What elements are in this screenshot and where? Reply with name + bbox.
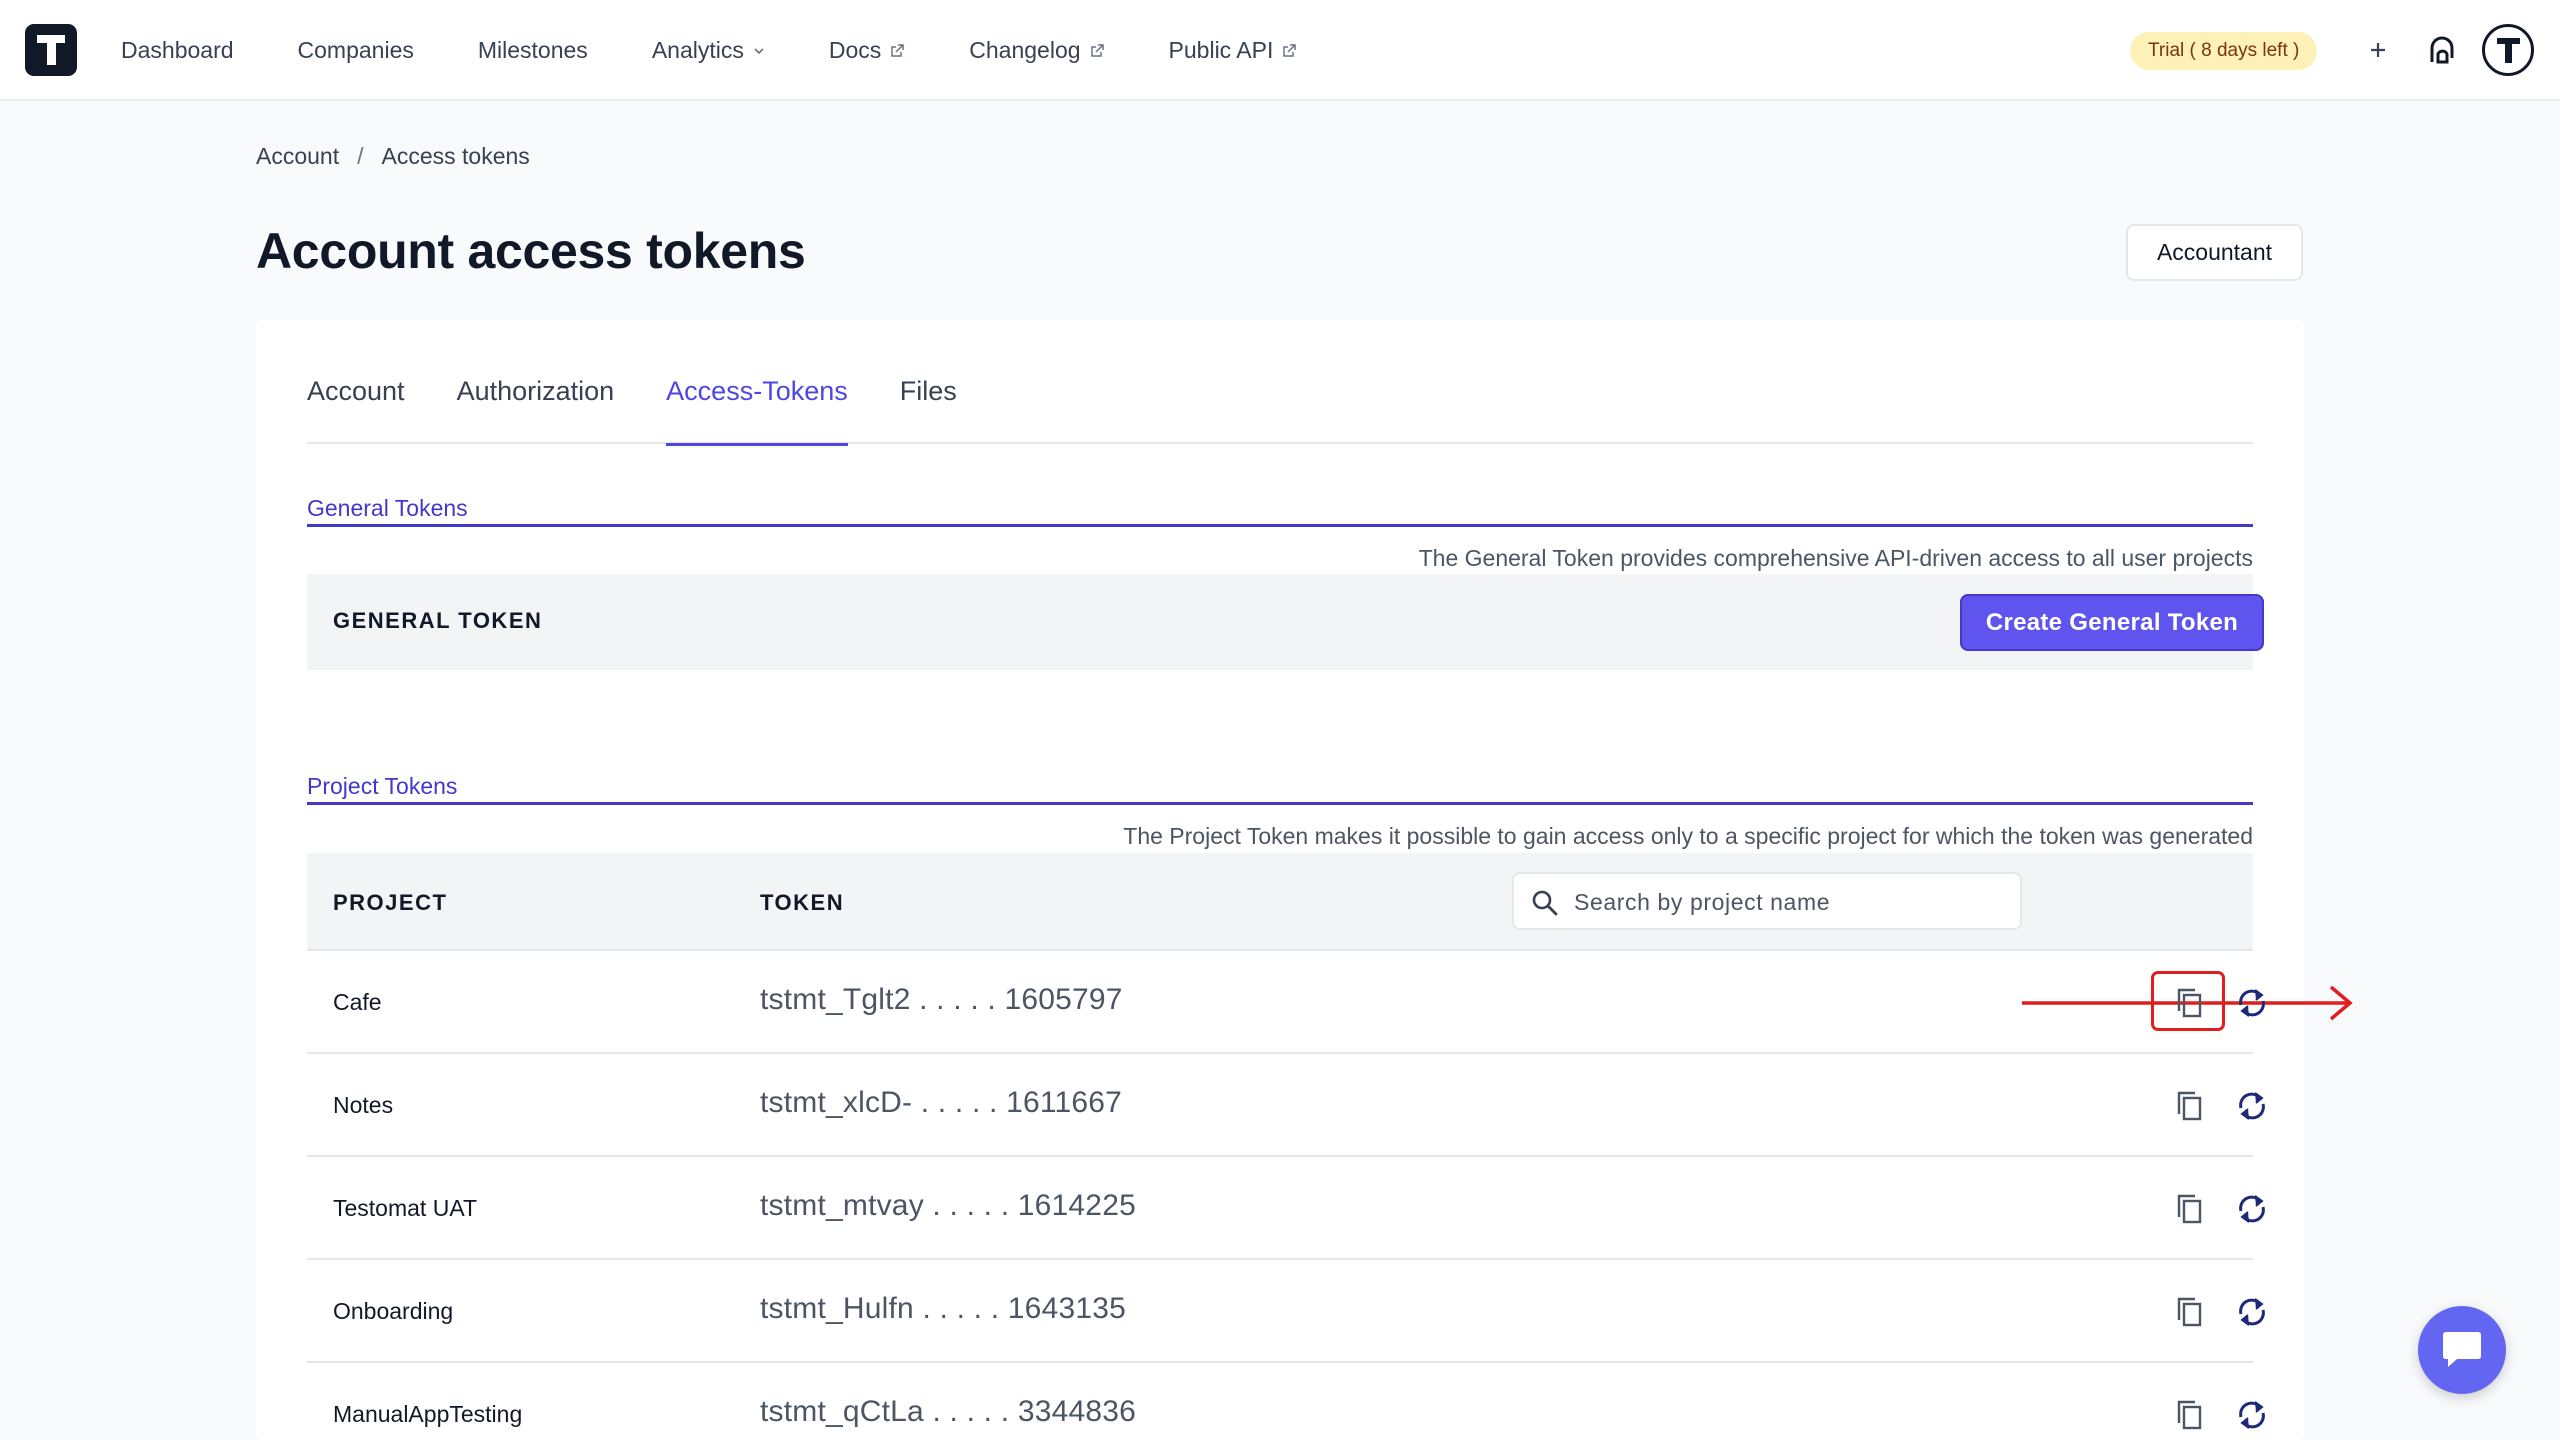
breadcrumb-separator: / (357, 143, 364, 169)
content-card: Account Authorization Access-Tokens File… (256, 320, 2353, 1440)
chat-button[interactable] (2418, 1306, 2506, 1394)
nav-links: Dashboard Companies Milestones Analytics… (121, 0, 1361, 101)
breadcrumb-current: Access tokens (381, 143, 530, 169)
plus-icon[interactable] (2362, 28, 2394, 72)
accountant-button[interactable]: Accountant (2126, 224, 2303, 281)
general-tokens-heading: General Tokens (307, 495, 2253, 527)
nav-docs[interactable]: Docs (829, 37, 905, 64)
tab-access-tokens[interactable]: Access-Tokens (666, 356, 848, 446)
project-tokens-heading: Project Tokens (307, 773, 2253, 805)
search-icon (1532, 890, 1558, 916)
column-header-token: TOKEN (760, 890, 845, 915)
search-input[interactable] (1574, 884, 2004, 920)
top-navbar: Dashboard Companies Milestones Analytics… (0, 0, 2560, 101)
refresh-icon[interactable] (2232, 1291, 2272, 1333)
token-value: tstmt_Hulfn . . . . . 1643135 (760, 1292, 1126, 1325)
nav-milestones[interactable]: Milestones (478, 37, 588, 64)
project-name: Notes (333, 1092, 394, 1118)
table-row: Onboarding tstmt_Hulfn . . . . . 1643135 (307, 1260, 2265, 1363)
external-link-icon (1090, 44, 1104, 57)
app-logo[interactable] (25, 24, 77, 76)
external-link-icon (891, 44, 905, 57)
project-name: Onboarding (333, 1298, 454, 1324)
breadcrumb: Account / Access tokens (256, 143, 530, 170)
refresh-icon[interactable] (2232, 982, 2272, 1024)
nav-companies[interactable]: Companies (298, 37, 414, 64)
table-header: PROJECT TOKEN (307, 853, 2253, 951)
general-token-label: GENERAL TOKEN (333, 608, 543, 633)
avatar[interactable] (2482, 24, 2534, 76)
project-name: Cafe (333, 989, 382, 1015)
token-value: tstmt_qCtLa . . . . . 3344836 (760, 1395, 1137, 1428)
project-tokens-description: The Project Token makes it possible to g… (1123, 823, 2253, 849)
project-name: Testomat UAT (333, 1195, 477, 1221)
nav-analytics[interactable]: Analytics (652, 37, 765, 64)
copy-icon[interactable] (2170, 1187, 2210, 1231)
chat-icon (2443, 1332, 2481, 1367)
page-title: Account access tokens (256, 223, 806, 279)
general-token-row: GENERAL TOKEN Create General Token (307, 574, 2264, 670)
notification-icon[interactable] (2424, 32, 2460, 70)
project-name: ManualAppTesting (333, 1401, 523, 1427)
token-value: tstmt_mtvay . . . . . 1614225 (760, 1189, 1136, 1222)
table-row: Notes tstmt_xlcD- . . . . . 1611667 (307, 1054, 2265, 1157)
copy-icon[interactable] (2170, 1084, 2210, 1128)
refresh-icon[interactable] (2232, 1394, 2272, 1436)
create-general-token-button[interactable]: Create General Token (1960, 594, 2264, 651)
external-link-icon (1283, 44, 1297, 57)
general-tokens-description: The General Token provides comprehensive… (1418, 545, 2253, 571)
search-box (1512, 872, 2022, 930)
copy-icon[interactable] (2170, 1290, 2210, 1334)
copy-icon[interactable] (2170, 1393, 2210, 1437)
copy-icon[interactable] (2170, 981, 2210, 1025)
token-value: tstmt_xlcD- . . . . . 1611667 (760, 1086, 1123, 1119)
table-row: Testomat UAT tstmt_mtvay . . . . . 16142… (307, 1157, 2265, 1260)
column-header-project: PROJECT (333, 890, 448, 915)
chevron-down-icon (754, 47, 764, 54)
trial-badge[interactable]: Trial ( 8 days left ) (2130, 32, 2318, 70)
nav-dashboard[interactable]: Dashboard (121, 37, 234, 64)
tab-authorization[interactable]: Authorization (457, 356, 615, 444)
breadcrumb-account[interactable]: Account (256, 143, 339, 170)
token-value: tstmt_Tglt2 . . . . . 1605797 (760, 983, 1123, 1016)
nav-changelog[interactable]: Changelog (969, 37, 1104, 64)
nav-public-api[interactable]: Public API (1169, 37, 1298, 64)
tab-bar: Account Authorization Access-Tokens File… (307, 356, 2253, 446)
tab-account[interactable]: Account (307, 356, 405, 444)
table-row: ManualAppTesting tstmt_qCtLa . . . . . 3… (307, 1363, 2265, 1440)
refresh-icon[interactable] (2232, 1085, 2272, 1127)
refresh-icon[interactable] (2232, 1188, 2272, 1230)
tab-files[interactable]: Files (900, 356, 957, 444)
table-row: Cafe tstmt_Tglt2 . . . . . 1605797 (307, 951, 2353, 1054)
